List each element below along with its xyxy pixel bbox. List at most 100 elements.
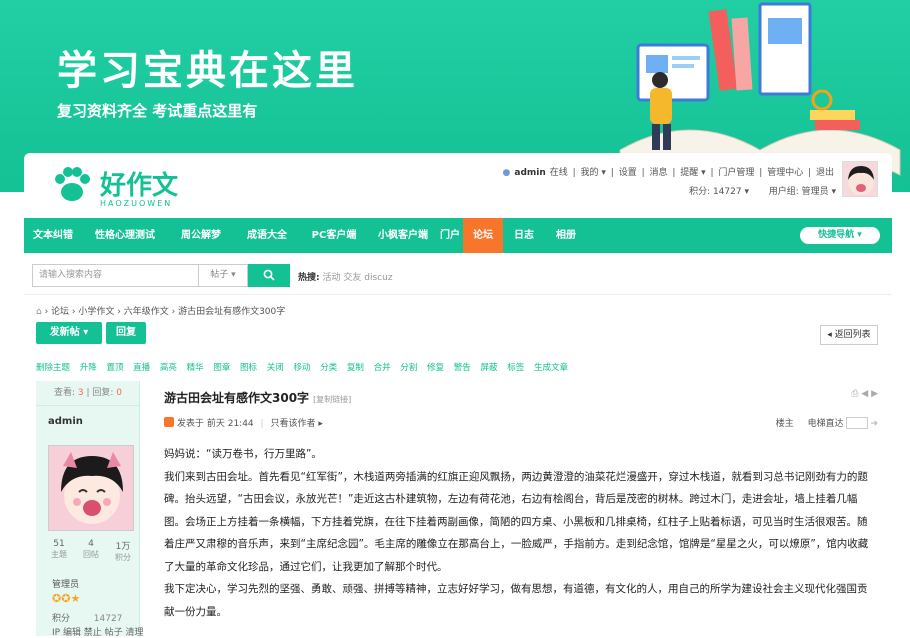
online-status: 在线 — [549, 168, 568, 178]
author-score: 积分 14727 — [52, 611, 122, 624]
score-menu[interactable]: 积分: 14727 ▾ — [689, 187, 749, 197]
replies-label: 回复: — [92, 388, 114, 398]
hot-searches: 热搜: 活动 交友 discuz — [298, 270, 393, 283]
reminders-menu[interactable]: 提醒 ▾ — [680, 168, 705, 178]
usergroup-menu[interactable]: 用户组: 管理员 ▾ — [769, 187, 836, 197]
nav-item-pc-client[interactable]: PC客户端 — [300, 218, 368, 253]
logo-subtext: HAOZUOWEN — [100, 199, 173, 208]
mod-action[interactable]: 直播 — [133, 363, 150, 373]
avatar-image — [49, 446, 133, 530]
thread-stats: 查看: 3 | 回复: 0 — [36, 381, 140, 406]
mod-action[interactable]: 图标 — [240, 363, 257, 373]
settings-link[interactable]: 设置 — [619, 168, 637, 178]
search-input[interactable]: 请输入搜索内容 — [32, 264, 198, 287]
mod-action[interactable]: 精华 — [187, 363, 204, 373]
nav-item-xf-client[interactable]: 小枫客户端 — [368, 218, 438, 253]
breadcrumb-subcategory[interactable]: 六年级作文 — [124, 307, 169, 317]
new-post-button[interactable]: 发新帖 ▾ — [36, 322, 102, 344]
nav-item-blog[interactable]: 日志 — [503, 218, 545, 253]
author-avatar[interactable] — [48, 445, 134, 531]
search-bar: 请输入搜索内容 帖子 ▾ 热搜: 活动 交友 discuz — [24, 253, 892, 295]
breadcrumb-current: 游古田会址有感作文300字 — [178, 307, 286, 317]
user-toolbar: ● admin 在线 | 我的 ▾ | 设置 | 消息 | 提醒 ▾ | 门户管理 … — [502, 168, 834, 178]
rank-stars: ✪✪★ — [52, 592, 80, 605]
breadcrumb-forum[interactable]: 论坛 — [51, 307, 69, 317]
nav-item-text-check[interactable]: 文本纠错 — [24, 218, 82, 253]
author-name[interactable]: admin — [48, 416, 83, 427]
hot-search-label: 热搜: — [298, 273, 320, 283]
nav-item-dream[interactable]: 周公解梦 — [168, 218, 234, 253]
mod-action[interactable]: 修复 — [427, 363, 444, 373]
home-icon[interactable]: ⌂ — [36, 307, 42, 317]
floor-jump-input[interactable] — [845, 417, 868, 429]
user-avatar[interactable] — [842, 161, 878, 197]
user-icon: ● — [502, 168, 511, 178]
mod-action[interactable]: 删除主题 — [36, 363, 70, 373]
banner-subtitle: 复习资料齐全 考试重点这里有 — [57, 102, 258, 120]
mod-action[interactable]: 升降 — [80, 363, 97, 373]
site-logo[interactable]: 好作文 HAOZUOWEN — [48, 161, 188, 211]
author-role[interactable]: 管理员 — [52, 577, 79, 590]
only-author-link[interactable]: 只看该作者 ▸ — [270, 419, 322, 429]
search-button[interactable] — [248, 264, 290, 287]
breadcrumb-category[interactable]: 小学作文 — [78, 307, 114, 317]
print-icon[interactable]: ⎙ — [851, 389, 858, 399]
mod-action[interactable]: 警告 — [454, 363, 471, 373]
mod-action[interactable]: 分类 — [320, 363, 337, 373]
post-meta: 发表于 前天 21:44 | 只看该作者 ▸ — [164, 416, 323, 429]
mod-action[interactable]: 关闭 — [267, 363, 284, 373]
hot-search-item[interactable]: 活动 — [322, 273, 340, 283]
nav-item-idioms[interactable]: 成语大全 — [234, 218, 300, 253]
copy-link-button[interactable]: [复制链接] — [313, 395, 351, 404]
nav-item-personality-test[interactable]: 性格心理测试 — [82, 218, 168, 253]
nav-item-portal[interactable]: 门户 — [438, 218, 462, 253]
portal-admin-link[interactable]: 门户管理 — [718, 168, 754, 178]
post-paragraph: 我下定决心，学习先烈的坚强、勇敢、顽强、拼搏等精神，立志好好学习，做有思想，有道… — [164, 583, 868, 618]
author-admin-links[interactable]: IP 编辑 禁止 帖子 清理 — [52, 625, 144, 638]
mod-action[interactable]: 移动 — [293, 363, 310, 373]
messages-link[interactable]: 消息 — [649, 168, 667, 178]
back-to-list-button[interactable]: ◂ 返回列表 — [820, 325, 878, 345]
search-type-select[interactable]: 帖子 ▾ — [198, 264, 248, 287]
floor-label: 楼主 — [775, 419, 794, 429]
reply-button[interactable]: 回复 — [106, 322, 146, 344]
post-paragraph: 我们来到古田会址。首先看见“红军街”，木栈道两旁插满的红旗正迎风飘扬，两边黄澄澄… — [164, 470, 869, 573]
nav-item-forum[interactable]: 论坛 — [463, 218, 503, 253]
stat-value[interactable]: 51 — [42, 539, 76, 549]
quick-nav-button[interactable]: 快捷导航 ▾ — [800, 227, 880, 244]
mod-action[interactable]: 分割 — [400, 363, 417, 373]
score-label: 积分 — [52, 614, 71, 624]
stat-label: 回帖 — [83, 550, 99, 559]
banner-title: 学习宝典在这里 — [57, 48, 358, 94]
post-paragraph: 妈妈说：“读万卷书，行万里路”。 — [164, 448, 322, 460]
my-menu[interactable]: 我的 ▾ — [581, 168, 606, 178]
user-credits: 积分: 14727 ▾ 用户组: 管理员 ▾ — [689, 184, 836, 197]
mod-action[interactable]: 高亮 — [160, 363, 177, 373]
mod-action[interactable]: 置顶 — [106, 363, 123, 373]
mod-action[interactable]: 合并 — [374, 363, 391, 373]
mod-action[interactable]: 图章 — [213, 363, 230, 373]
stat-label: 积分 — [115, 553, 131, 562]
jump-go-icon[interactable]: ➜ — [870, 419, 878, 429]
stat-value[interactable]: 1万 — [106, 539, 140, 552]
search-icon — [263, 269, 275, 281]
next-thread-icon[interactable]: ▶ — [871, 389, 878, 399]
hot-search-item[interactable]: discuz — [364, 273, 392, 283]
prev-thread-icon[interactable]: ◀ — [861, 389, 868, 399]
sun-icon: ✪ — [52, 592, 62, 605]
hot-search-item[interactable]: 交友 — [343, 273, 361, 283]
post-time: 发表于 前天 21:44 — [177, 419, 254, 429]
views-label: 查看: — [53, 388, 75, 398]
mod-action[interactable]: 复制 — [347, 363, 364, 373]
views-count: 3 — [77, 388, 84, 398]
thread-title: 游古田会址有感作文300字 [复制链接] — [164, 389, 351, 406]
mod-action[interactable]: 屏蔽 — [481, 363, 498, 373]
stat-value[interactable]: 4 — [74, 539, 108, 549]
username-link[interactable]: admin — [514, 168, 545, 178]
mod-action[interactable]: 生成文章 — [534, 363, 568, 373]
nav-item-album[interactable]: 相册 — [545, 218, 587, 253]
mod-action[interactable]: 标签 — [507, 363, 524, 373]
logout-link[interactable]: 退出 — [816, 168, 834, 178]
star-icon: ★ — [70, 592, 81, 605]
admin-center-link[interactable]: 管理中心 — [767, 168, 803, 178]
